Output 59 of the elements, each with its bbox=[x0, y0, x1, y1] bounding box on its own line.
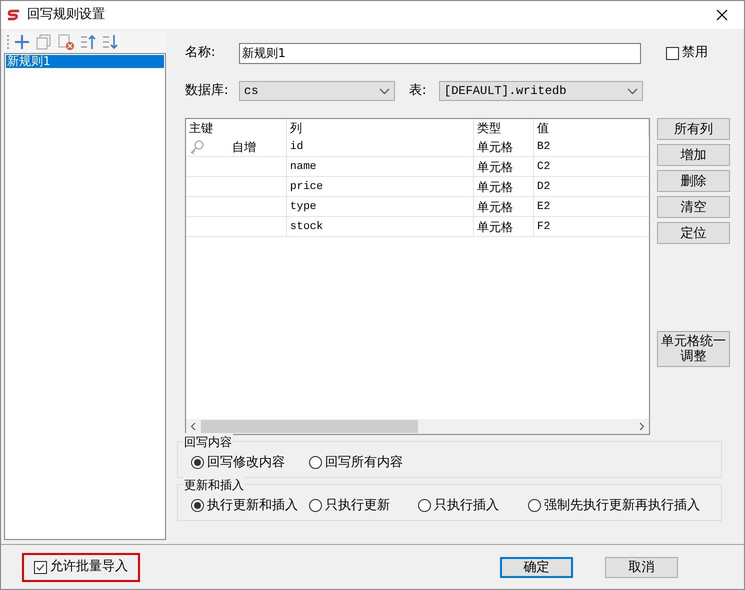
copy-icon[interactable] bbox=[35, 33, 53, 51]
button[interactable]: 确定 bbox=[500, 556, 573, 578]
radio-option[interactable]: 回写所有内容 bbox=[309, 452, 427, 472]
key-icon bbox=[189, 138, 205, 154]
disable-checkbox[interactable]: 禁用 bbox=[666, 43, 708, 63]
table-cell: stock bbox=[287, 217, 474, 236]
rule-item[interactable]: 新规则1 bbox=[6, 55, 164, 68]
delete-icon[interactable] bbox=[57, 33, 75, 51]
table-cell: 单元格 bbox=[474, 197, 534, 216]
database-label: 数据库: bbox=[185, 82, 230, 100]
radio-option[interactable]: 只执行插入 bbox=[418, 496, 528, 516]
column-header[interactable]: 主键 bbox=[186, 119, 287, 137]
button[interactable]: 增加 bbox=[657, 144, 730, 166]
scroll-thumb[interactable] bbox=[201, 420, 418, 433]
batch-import-checkbox[interactable]: 允许批量导入 bbox=[34, 557, 128, 577]
button[interactable]: 取消 bbox=[605, 556, 678, 578]
name-label: 名称: bbox=[185, 44, 216, 62]
window-title: 回写规则设置 bbox=[27, 6, 106, 24]
name-field[interactable]: 新规则1 bbox=[239, 42, 641, 64]
move-up-icon[interactable] bbox=[79, 33, 97, 51]
table-cell-text: B2 bbox=[536, 140, 552, 155]
dropdown[interactable]: [DEFAULT].writedb bbox=[439, 81, 643, 101]
table-cell: id bbox=[287, 137, 474, 156]
button[interactable]: 删除 bbox=[657, 170, 730, 192]
logo-icon bbox=[7, 9, 21, 21]
move-down-icon[interactable] bbox=[101, 33, 119, 51]
table-cell: 单元格 bbox=[474, 217, 534, 236]
table-cell-text: E2 bbox=[536, 200, 552, 215]
table-cell-text: D2 bbox=[536, 180, 552, 195]
table-cell: 单元格 bbox=[474, 177, 534, 196]
group-title: 更新和插入 bbox=[183, 476, 245, 494]
table-cell: name bbox=[287, 157, 474, 176]
button[interactable]: 清空 bbox=[657, 196, 730, 218]
button[interactable]: 单元格统一调整 bbox=[657, 331, 730, 367]
radio-option[interactable]: 强制先执行更新再执行插入 bbox=[528, 496, 700, 516]
chevron-down-icon bbox=[627, 88, 638, 94]
close-icon[interactable] bbox=[716, 9, 728, 21]
column-header[interactable]: 值 bbox=[534, 119, 649, 137]
horizontal-scrollbar[interactable] bbox=[186, 419, 649, 434]
table-cell: price bbox=[287, 177, 474, 196]
table-cell: type bbox=[287, 197, 474, 216]
table-cell: 单元格 bbox=[474, 137, 534, 156]
radio-option[interactable]: 只执行更新 bbox=[309, 496, 418, 516]
table-label: 表: bbox=[409, 82, 428, 100]
table-cell-text: F2 bbox=[536, 220, 552, 235]
button[interactable]: 所有列 bbox=[657, 118, 730, 140]
button[interactable]: 定位 bbox=[657, 222, 730, 244]
dropdown[interactable]: cs bbox=[239, 81, 395, 101]
checkmark-icon bbox=[35, 562, 46, 572]
column-header[interactable]: 列 bbox=[287, 119, 474, 137]
table-cell: 单元格 bbox=[474, 157, 534, 176]
radio-option[interactable]: 执行更新和插入 bbox=[191, 496, 309, 516]
column-header[interactable]: 类型 bbox=[474, 119, 534, 137]
auto-increment-label: 自增 bbox=[232, 138, 256, 156]
group-title: 回写内容 bbox=[183, 433, 233, 451]
chevron-down-icon bbox=[379, 88, 390, 94]
add-icon[interactable] bbox=[13, 33, 31, 51]
table-cell-text: C2 bbox=[536, 160, 552, 175]
radio-option[interactable]: 回写修改内容 bbox=[191, 452, 309, 472]
